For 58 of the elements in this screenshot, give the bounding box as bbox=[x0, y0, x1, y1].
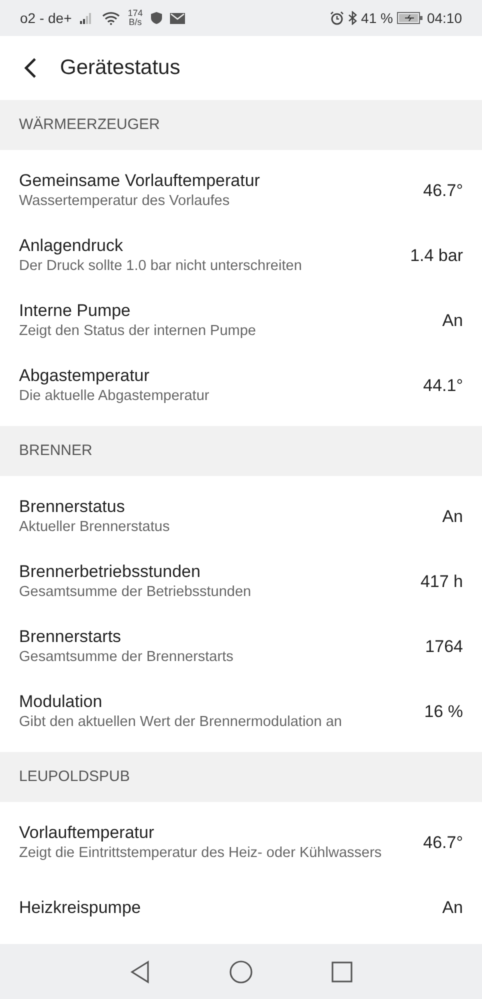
item-value: 46.7° bbox=[423, 180, 463, 202]
item-title: Abgastemperatur bbox=[19, 365, 150, 387]
bluetooth-icon bbox=[348, 11, 358, 25]
section-header: BRENNER bbox=[19, 440, 92, 461]
item-subtitle: Gesamtsumme der Betriebsstunden bbox=[19, 582, 252, 602]
item-value: An bbox=[442, 896, 463, 919]
item-subtitle: Der Druck sollte 1.0 bar nicht unterschreiten bbox=[19, 256, 302, 276]
list-item[interactable]: Modulation Gibt den aktuellen Wert der Brennermodulation an 16 % bbox=[0, 679, 482, 744]
item-subtitle: Die aktuelle Abgastemperatur bbox=[19, 386, 210, 406]
clock-time: 04:10 bbox=[426, 8, 462, 28]
list-item[interactable]: Brennerstatus Aktueller Brennerstatus An bbox=[0, 484, 482, 549]
circle-icon bbox=[229, 960, 253, 984]
item-subtitle: Aktueller Brennerstatus bbox=[19, 518, 170, 537]
page-title: Gerätestatus bbox=[60, 55, 180, 82]
item-title: Gemeinsame Vorlauftemperatur bbox=[19, 170, 260, 192]
battery-icon bbox=[396, 12, 423, 24]
list-item[interactable]: Abgastemperatur Die aktuelle Abgastemperatur 44.1° bbox=[0, 353, 482, 418]
list-item[interactable]: Vorlauftemperatur Zeigt die Eintrittstemperatur des Heiz- oder Kühlwassers 46.7° bbox=[0, 810, 482, 875]
speed-unit: B/s bbox=[128, 18, 143, 27]
item-title: Interne Pumpe bbox=[19, 300, 132, 322]
list-item[interactable]: Heizkreispumpe An bbox=[0, 875, 482, 940]
item-value: 1.4 bar bbox=[410, 244, 463, 267]
item-title: Heizkreispumpe bbox=[19, 896, 141, 918]
speed-value: 174 bbox=[128, 9, 143, 18]
item-title: Brennerstatus bbox=[19, 496, 126, 518]
item-subtitle: Zeigt den Status der internen Pumpe bbox=[19, 322, 256, 341]
item-subtitle: Zeigt die Eintrittstemperatur des Heiz- oder Kühlwassers bbox=[19, 844, 382, 863]
item-value: 44.1° bbox=[423, 374, 463, 397]
item-value: 1764 bbox=[425, 636, 463, 658]
item-value: An bbox=[442, 310, 463, 332]
list-item[interactable]: Anlagendruck Der Druck sollte 1.0 bar nicht unterschreiten 1.4 bar bbox=[0, 223, 482, 288]
item-title: Brennerbetriebsstunden bbox=[19, 561, 202, 583]
battery-percent: 41 % bbox=[361, 8, 393, 28]
square-icon bbox=[331, 960, 353, 982]
item-title: Vorlauftemperatur bbox=[19, 822, 156, 844]
list-item[interactable]: Brennerbetriebsstunden Gesamtsumme der Betriebsstunden 417 h bbox=[0, 549, 482, 614]
wifi-icon bbox=[102, 11, 120, 25]
item-subtitle: Gibt den aktuellen Wert der Brennermodulation an bbox=[19, 712, 342, 732]
section-header: LEUPOLDSPUB bbox=[19, 766, 130, 787]
carrier-name: o2 - de+ bbox=[20, 8, 72, 28]
item-subtitle: Wassertemperatur des Vorlaufes bbox=[19, 192, 231, 211]
alarm-icon bbox=[330, 11, 344, 25]
item-title: Modulation bbox=[19, 691, 104, 713]
triangle-icon bbox=[129, 960, 151, 984]
item-value: An bbox=[442, 506, 463, 528]
item-title: Brennerstarts bbox=[19, 626, 122, 648]
mail-icon bbox=[170, 12, 185, 24]
list-item[interactable]: Interne Pumpe Zeigt den Status der internen Pumpe An bbox=[0, 288, 482, 353]
item-value: 417 h bbox=[420, 570, 463, 593]
list-item[interactable]: Gemeinsame Vorlauftemperatur Wassertemperatur des Vorlaufes 46.7° bbox=[0, 158, 482, 223]
item-value: 46.7° bbox=[423, 832, 463, 854]
item-subtitle: Gesamtsumme der Brennerstarts bbox=[19, 648, 234, 667]
signal-icon bbox=[80, 12, 94, 24]
item-title: Anlagendruck bbox=[19, 235, 124, 257]
section-header: WÄRMEERZEUGER bbox=[19, 114, 160, 135]
item-value: 16 % bbox=[424, 700, 463, 723]
list-item[interactable]: Brennerstarts Gesamtsumme der Brennerstarts 1764 bbox=[0, 614, 482, 679]
shield-icon bbox=[150, 12, 162, 24]
